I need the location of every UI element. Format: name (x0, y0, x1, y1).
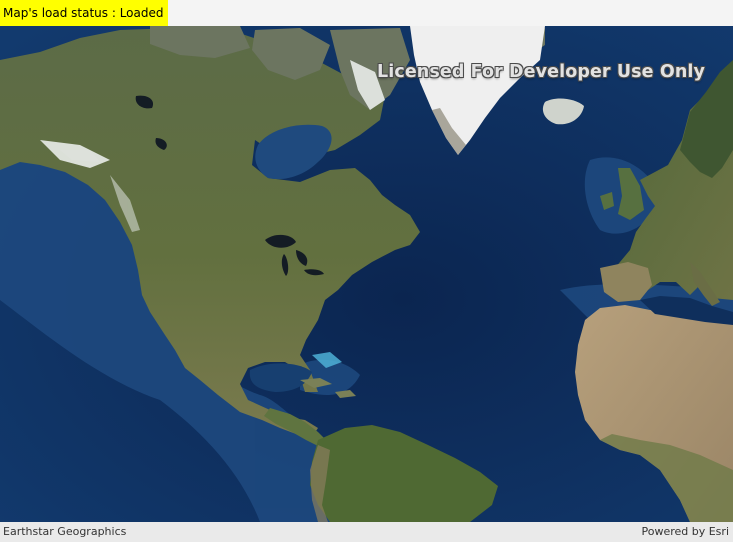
basemap-imagery (0, 26, 733, 522)
map-view[interactable]: Licensed For Developer Use Only (0, 26, 733, 522)
attribution-source[interactable]: Earthstar Geographics (3, 525, 126, 538)
app-window: Map's load status : Loaded Licensed For … (0, 0, 733, 542)
attribution-bar: Earthstar Geographics Powered by Esri (0, 522, 733, 542)
load-status-label: Map's load status : Loaded (0, 0, 169, 26)
top-strip: Map's load status : Loaded (0, 0, 733, 26)
powered-by-esri: Powered by Esri (641, 525, 729, 538)
license-watermark: Licensed For Developer Use Only (377, 62, 705, 82)
